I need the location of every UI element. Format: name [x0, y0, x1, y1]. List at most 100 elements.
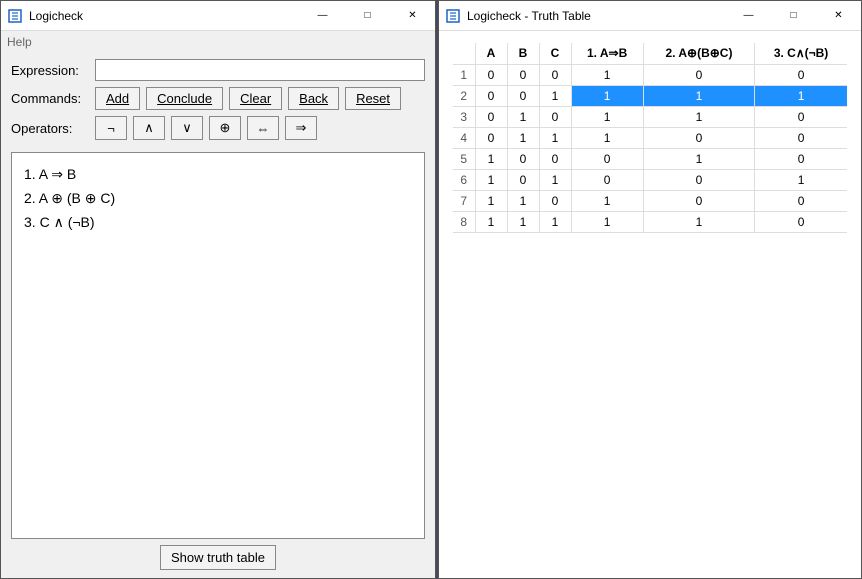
show-truth-table-button[interactable]: Show truth table: [160, 545, 276, 570]
table-cell: 1: [571, 212, 643, 233]
table-cell: 1: [571, 86, 643, 107]
table-cell: 0: [643, 128, 754, 149]
table-header: 1. A⇒B: [571, 43, 643, 65]
table-cell: 0: [571, 170, 643, 191]
table-cell: 0: [475, 86, 507, 107]
table-row[interactable]: 7110100: [453, 191, 847, 212]
table-cell: 0: [643, 191, 754, 212]
expression-item: 2. A ⊕ (B ⊕ C): [24, 187, 412, 211]
operators-label: Operators:: [11, 121, 89, 136]
table-cell: 1: [475, 191, 507, 212]
table-cell: 1: [643, 149, 754, 170]
operators-row: Operators: ¬∧∨⊕⇔⇒: [11, 116, 425, 140]
maximize-button[interactable]: □: [345, 1, 390, 30]
window-controls: — □ ✕: [300, 1, 435, 30]
table-cell: 1: [643, 107, 754, 128]
reset-button[interactable]: Reset: [345, 87, 401, 110]
clear-button[interactable]: Clear: [229, 87, 282, 110]
table-cell: 0: [643, 170, 754, 191]
content-area: Expression: Commands: Add Conclude Clear Ba…: [1, 53, 435, 578]
expression-item: 3. C ∧ (¬B): [24, 211, 412, 235]
close-button[interactable]: ✕: [816, 1, 861, 30]
table-cell: 0: [507, 149, 539, 170]
table-cell: 1: [507, 191, 539, 212]
minimize-button[interactable]: —: [300, 1, 345, 30]
table-header: 3. C∧(¬B): [755, 43, 847, 65]
truth-table-window: Logicheck - Truth Table — □ ✕ ABC1. A⇒B2…: [438, 0, 862, 579]
table-cell: 0: [755, 128, 847, 149]
commands-label: Commands:: [11, 91, 89, 106]
titlebar: Logicheck — □ ✕: [1, 1, 435, 31]
expression-row: Expression:: [11, 59, 425, 81]
expression-list: 1. A ⇒ B2. A ⊕ (B ⊕ C)3. C ∧ (¬B): [11, 152, 425, 539]
table-cell: 0: [643, 65, 754, 86]
commands-row: Commands: Add Conclude Clear Back Reset: [11, 87, 425, 110]
table-cell: 0: [539, 107, 571, 128]
maximize-button[interactable]: □: [771, 1, 816, 30]
table-cell: 1: [571, 128, 643, 149]
table-cell: 1: [539, 86, 571, 107]
row-number: 6: [453, 170, 475, 191]
operator-and-button[interactable]: ∧: [133, 116, 165, 140]
table-cell: 1: [475, 212, 507, 233]
table-header: B: [507, 43, 539, 65]
minimize-button[interactable]: —: [726, 1, 771, 30]
truth-table: ABC1. A⇒B2. A⊕(B⊕C)3. C∧(¬B)100010020011…: [453, 43, 847, 233]
table-cell: 0: [755, 212, 847, 233]
table-cell: 0: [475, 128, 507, 149]
titlebar: Logicheck - Truth Table — □ ✕: [439, 1, 861, 31]
menubar: Help: [1, 31, 435, 53]
table-cell: 1: [539, 128, 571, 149]
table-cell: 0: [571, 149, 643, 170]
table-row[interactable]: 6101001: [453, 170, 847, 191]
table-row[interactable]: 8111110: [453, 212, 847, 233]
table-cell: 0: [755, 65, 847, 86]
table-cell: 0: [539, 191, 571, 212]
table-row[interactable]: 4011100: [453, 128, 847, 149]
table-header: A: [475, 43, 507, 65]
table-cell: 1: [475, 170, 507, 191]
menu-help[interactable]: Help: [7, 35, 32, 49]
row-number: 1: [453, 65, 475, 86]
table-cell: 1: [507, 128, 539, 149]
table-cell: 0: [539, 65, 571, 86]
table-cell: 1: [571, 191, 643, 212]
operator-implies-button[interactable]: ⇒: [285, 116, 317, 140]
back-button[interactable]: Back: [288, 87, 339, 110]
table-cell: 1: [755, 170, 847, 191]
operator-buttons: ¬∧∨⊕⇔⇒: [95, 116, 317, 140]
app-icon: [7, 8, 23, 24]
table-row[interactable]: 2001111: [453, 86, 847, 107]
table-row[interactable]: 3010110: [453, 107, 847, 128]
table-cell: 1: [539, 170, 571, 191]
operator-not-button[interactable]: ¬: [95, 116, 127, 140]
table-cell: 0: [755, 191, 847, 212]
row-number: 2: [453, 86, 475, 107]
truth-table-content: ABC1. A⇒B2. A⊕(B⊕C)3. C∧(¬B)100010020011…: [439, 31, 861, 578]
window-title: Logicheck - Truth Table: [467, 9, 726, 23]
table-cell: 0: [507, 65, 539, 86]
table-row[interactable]: 1000100: [453, 65, 847, 86]
table-cell: 1: [507, 212, 539, 233]
table-cell: 1: [539, 212, 571, 233]
operator-iff-button[interactable]: ⇔: [247, 116, 279, 140]
operator-or-button[interactable]: ∨: [171, 116, 203, 140]
table-cell: 1: [571, 65, 643, 86]
table-cell: 1: [507, 107, 539, 128]
command-buttons: Add Conclude Clear Back Reset: [95, 87, 401, 110]
operator-xor-button[interactable]: ⊕: [209, 116, 241, 140]
table-row[interactable]: 5100010: [453, 149, 847, 170]
expression-input[interactable]: [95, 59, 425, 81]
table-header: [453, 43, 475, 65]
close-button[interactable]: ✕: [390, 1, 435, 30]
table-cell: 0: [507, 170, 539, 191]
expression-label: Expression:: [11, 63, 89, 78]
row-number: 7: [453, 191, 475, 212]
row-number: 3: [453, 107, 475, 128]
table-cell: 0: [475, 65, 507, 86]
conclude-button[interactable]: Conclude: [146, 87, 223, 110]
window-controls: — □ ✕: [726, 1, 861, 30]
table-cell: 0: [755, 149, 847, 170]
main-window: Logicheck — □ ✕ Help Expression: Command…: [0, 0, 436, 579]
add-button[interactable]: Add: [95, 87, 140, 110]
